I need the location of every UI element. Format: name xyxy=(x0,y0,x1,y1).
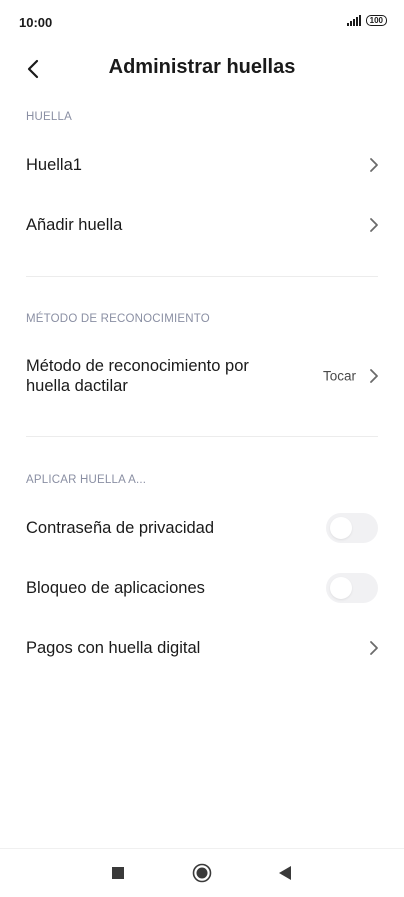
row-label: Pagos con huella digital xyxy=(26,639,201,657)
home-button[interactable] xyxy=(190,861,214,885)
privacy-password-toggle[interactable] xyxy=(326,513,378,543)
fingerprint-payments-item[interactable]: Pagos con huella digital xyxy=(0,618,404,678)
status-time: 10:00 xyxy=(19,15,53,30)
toggle-knob xyxy=(330,517,352,539)
header: Administrar huellas xyxy=(0,46,404,92)
page-title: Administrar huellas xyxy=(108,56,296,78)
divider xyxy=(26,436,378,437)
section-header-huella: HUELLA xyxy=(26,111,72,123)
section-header-metodo: MÉTODO DE RECONOCIMIENTO xyxy=(26,313,210,325)
app-lock-item: Bloqueo de aplicaciones xyxy=(0,558,404,618)
toggle-knob xyxy=(330,577,352,599)
triangle-left-icon xyxy=(279,866,291,880)
nav-back-button[interactable] xyxy=(273,861,297,885)
navigation-bar xyxy=(0,848,404,897)
row-label: Huella1 xyxy=(26,156,82,174)
row-label: Bloqueo de aplicaciones xyxy=(26,579,205,597)
status-icons: 100 xyxy=(346,15,387,26)
row-label: Añadir huella xyxy=(26,216,123,234)
chevron-right-icon xyxy=(370,218,378,232)
app-lock-toggle[interactable] xyxy=(326,573,378,603)
battery-icon: 100 xyxy=(365,15,387,26)
fingerprint-item-huella1[interactable]: Huella1 xyxy=(0,135,404,195)
add-fingerprint-button[interactable]: Añadir huella xyxy=(0,195,404,255)
row-label: Método de reconocimiento por huella dact… xyxy=(26,357,249,395)
recents-button[interactable] xyxy=(106,861,130,885)
divider xyxy=(26,276,378,277)
circle-icon xyxy=(192,863,212,883)
privacy-password-item: Contraseña de privacidad xyxy=(0,498,404,558)
recognition-method-item[interactable]: Método de reconocimiento por huella dact… xyxy=(0,346,404,406)
chevron-right-icon xyxy=(370,641,378,655)
status-bar: 10:00 100 xyxy=(0,0,404,46)
chevron-right-icon xyxy=(370,158,378,172)
row-label: Contraseña de privacidad xyxy=(26,519,215,537)
chevron-right-icon xyxy=(370,369,378,383)
signal-icon xyxy=(346,15,361,26)
section-header-aplicar: APLICAR HUELLA A... xyxy=(26,474,147,486)
row-value: Tocar xyxy=(322,368,356,384)
square-icon xyxy=(112,867,124,879)
